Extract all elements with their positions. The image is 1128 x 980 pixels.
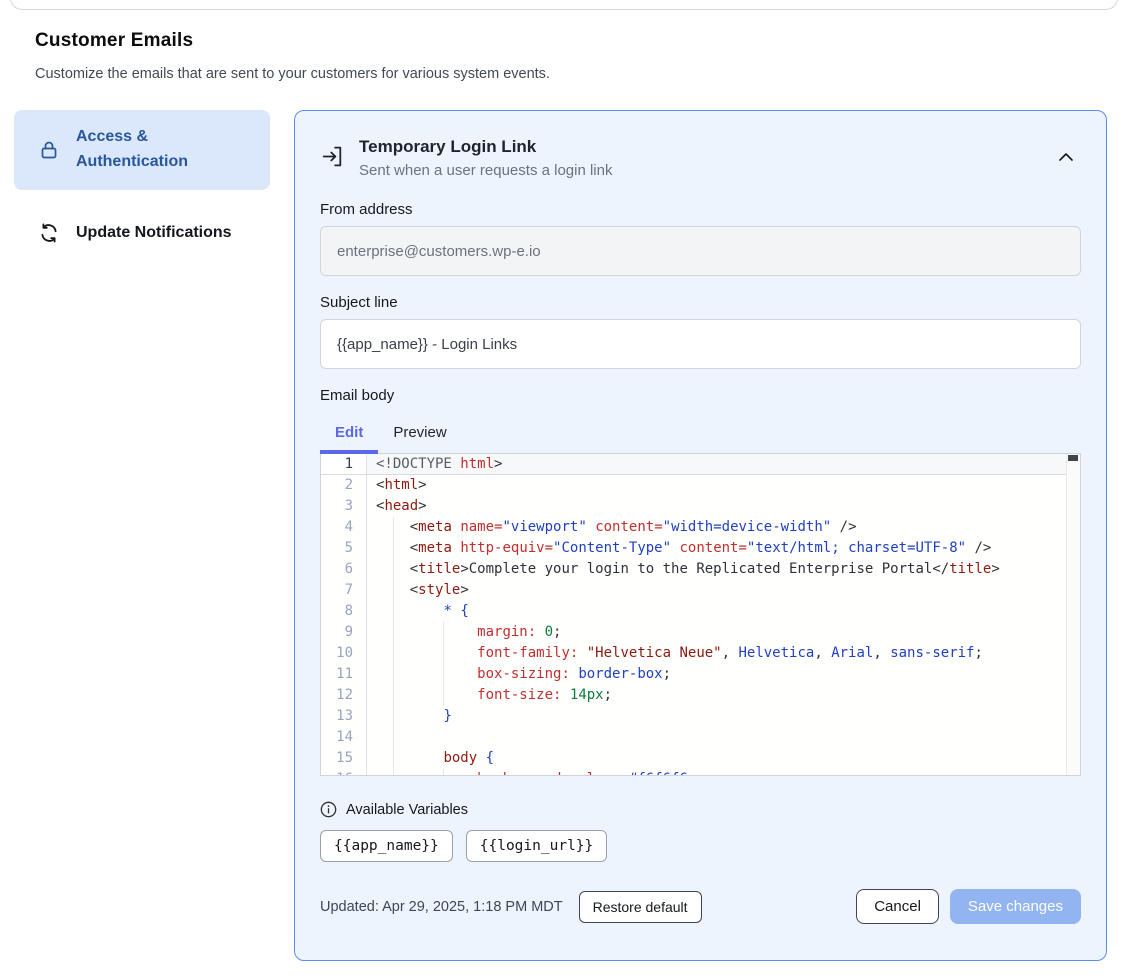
code-line[interactable]: 3<head>: [321, 496, 1067, 517]
subject-line-input[interactable]: [320, 319, 1081, 369]
variable-chip-app-name[interactable]: {{app_name}}: [320, 830, 453, 862]
code-editor[interactable]: 1<!DOCTYPE html>2<html>3<head>4 <meta na…: [320, 453, 1081, 776]
page-title: Customer Emails: [35, 30, 193, 52]
indent-guide: [393, 601, 394, 622]
temporary-login-link-card: Temporary Login Link Sent when a user re…: [294, 110, 1107, 961]
line-number: 12: [321, 685, 367, 706]
code-line[interactable]: 5 <meta http-equiv="Content-Type" conten…: [321, 538, 1067, 559]
card-title: Temporary Login Link: [359, 137, 612, 157]
indent-guide: [443, 643, 444, 664]
line-number: 14: [321, 727, 367, 748]
line-number: 16: [321, 769, 367, 776]
card-footer: Updated: Apr 29, 2025, 1:18 PM MDT Resto…: [320, 889, 1081, 924]
code-line[interactable]: 13 }: [321, 706, 1067, 727]
editor-scrollbar[interactable]: [1066, 454, 1080, 775]
page-description: Customize the emails that are sent to yo…: [35, 66, 550, 82]
code-line[interactable]: 2<html>: [321, 475, 1067, 496]
tab-edit[interactable]: Edit: [320, 416, 378, 453]
line-number: 13: [321, 706, 367, 727]
from-address-input[interactable]: [320, 226, 1081, 276]
info-icon: [320, 801, 337, 818]
line-number: 1: [321, 454, 367, 474]
email-types-sidebar: Access & Authentication Update Notificat…: [14, 110, 270, 260]
sidebar-item-label: Access & Authentication: [76, 125, 258, 175]
sidebar-item-access-authentication[interactable]: Access & Authentication: [14, 110, 270, 190]
email-body-label: Email body: [320, 387, 1081, 404]
previous-card-bottom-edge: [10, 0, 1118, 10]
sync-icon: [38, 222, 60, 244]
code-line[interactable]: 15 body {: [321, 748, 1067, 769]
line-number: 8: [321, 601, 367, 622]
line-number: 9: [321, 622, 367, 643]
card-subtitle: Sent when a user requests a login link: [359, 162, 612, 179]
sidebar-item-label: Update Notifications: [76, 221, 232, 246]
from-address-label: From address: [320, 201, 1081, 218]
tab-preview[interactable]: Preview: [378, 416, 461, 453]
line-number: 4: [321, 517, 367, 538]
code-line[interactable]: 11 box-sizing: border-box;: [321, 664, 1067, 685]
line-number: 10: [321, 643, 367, 664]
cancel-button[interactable]: Cancel: [856, 889, 939, 924]
code-line[interactable]: 7 <style>: [321, 580, 1067, 601]
indent-guide: [393, 580, 394, 601]
line-number: 3: [321, 496, 367, 517]
card-header: Temporary Login Link Sent when a user re…: [320, 137, 1081, 179]
email-body-tabs: Edit Preview: [320, 416, 1081, 453]
subject-line-label: Subject line: [320, 294, 1081, 311]
code-line[interactable]: 16 background-color: #f6f6f6;: [321, 769, 1067, 776]
code-line[interactable]: 14: [321, 727, 1067, 748]
indent-guide: [393, 559, 394, 580]
indent-guide: [393, 622, 394, 643]
indent-guide: [393, 643, 394, 664]
code-editor-lines: 1<!DOCTYPE html>2<html>3<head>4 <meta na…: [321, 454, 1067, 776]
lock-icon: [38, 139, 60, 161]
login-arrow-icon: [320, 144, 345, 169]
line-number: 6: [321, 559, 367, 580]
code-line[interactable]: 10 font-family: "Helvetica Neue", Helvet…: [321, 643, 1067, 664]
collapse-button[interactable]: [1051, 145, 1081, 172]
code-line[interactable]: 6 <title>Complete your login to the Repl…: [321, 559, 1067, 580]
indent-guide: [443, 769, 444, 776]
indent-guide: [443, 664, 444, 685]
indent-guide: [393, 538, 394, 559]
restore-default-button[interactable]: Restore default: [579, 891, 702, 923]
indent-guide: [443, 685, 444, 706]
line-number: 2: [321, 475, 367, 496]
code-line[interactable]: 4 <meta name="viewport" content="width=d…: [321, 517, 1067, 538]
code-line[interactable]: 12 font-size: 14px;: [321, 685, 1067, 706]
line-number: 5: [321, 538, 367, 559]
line-number: 7: [321, 580, 367, 601]
indent-guide: [393, 685, 394, 706]
indent-guide: [443, 622, 444, 643]
available-variables-label: Available Variables: [346, 802, 468, 818]
variable-chips: {{app_name}} {{login_url}}: [320, 830, 1081, 862]
indent-guide: [393, 517, 394, 538]
line-number: 11: [321, 664, 367, 685]
editor-scrollbar-thumb[interactable]: [1068, 455, 1078, 461]
updated-timestamp: Updated: Apr 29, 2025, 1:18 PM MDT: [320, 899, 563, 915]
line-number: 15: [321, 748, 367, 769]
code-line[interactable]: 1<!DOCTYPE html>: [321, 454, 1067, 475]
indent-guide: [393, 748, 394, 769]
sidebar-item-update-notifications[interactable]: Update Notifications: [14, 206, 270, 261]
code-line[interactable]: 8 * {: [321, 601, 1067, 622]
code-line[interactable]: 9 margin: 0;: [321, 622, 1067, 643]
save-changes-button[interactable]: Save changes: [950, 889, 1081, 924]
chevron-up-icon: [1057, 151, 1075, 166]
indent-guide: [393, 706, 394, 727]
indent-guide: [393, 769, 394, 776]
indent-guide: [393, 727, 394, 748]
variable-chip-login-url[interactable]: {{login_url}}: [466, 830, 608, 862]
indent-guide: [393, 664, 394, 685]
